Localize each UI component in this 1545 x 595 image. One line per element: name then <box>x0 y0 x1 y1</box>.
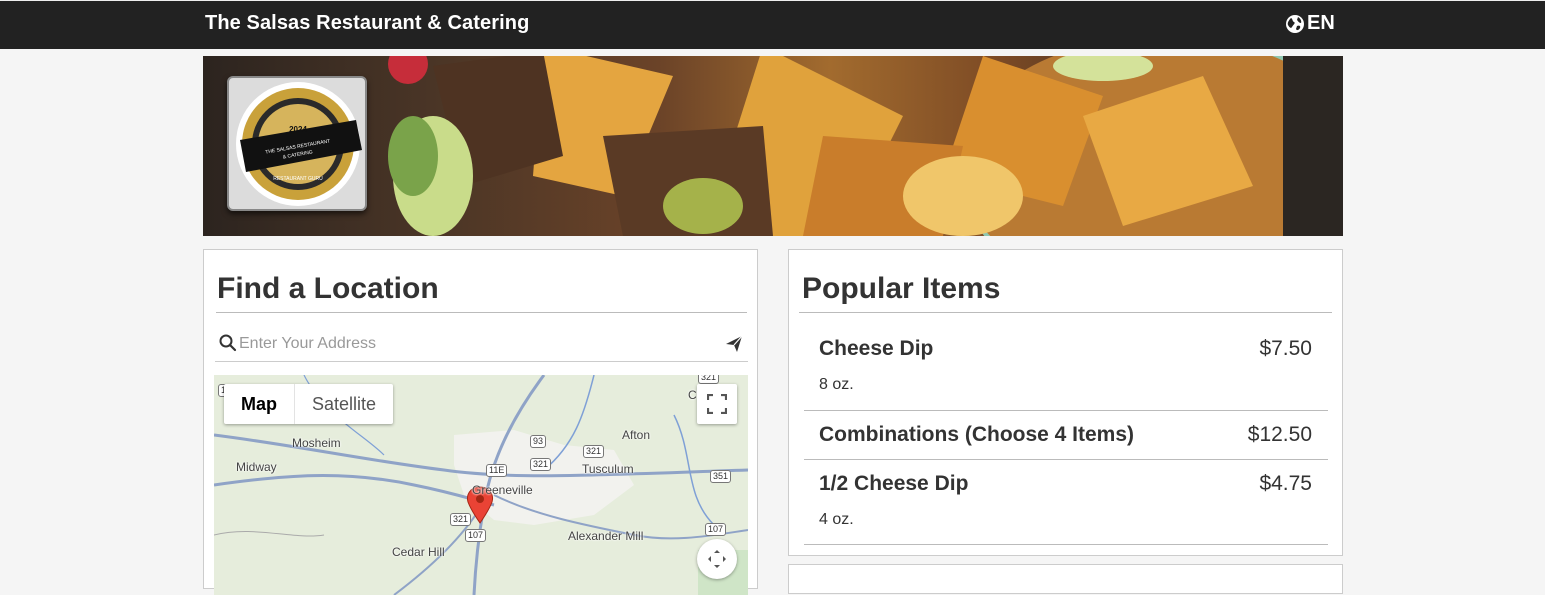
menu-item[interactable]: 1/2 Cheese Dip $4.75 4 oz. <box>804 460 1328 545</box>
route-shield: 107 <box>465 529 487 542</box>
menu-item-description: 8 oz. <box>819 376 854 393</box>
map-type-map-button[interactable]: Map <box>224 384 295 424</box>
menu-item-description: 4 oz. <box>819 511 854 528</box>
menu-item-name: Combinations (Choose 4 Items) <box>819 423 1135 446</box>
menu-item-price: $4.75 <box>1259 472 1312 495</box>
route-shield: 107 <box>705 523 727 536</box>
top-navbar: The Salsas Restaurant & Catering EN <box>0 0 1545 49</box>
hero-banner: 2024 THE SALSAS RESTAURANT & CATERING RE… <box>203 56 1343 236</box>
map-place-label: Mosheim <box>292 436 341 450</box>
map-place-label: Cedar Hill <box>392 545 445 559</box>
location-map[interactable]: Mosheim Midway Afton Tusculum Greenevill… <box>214 375 748 595</box>
fullscreen-button[interactable] <box>697 384 737 424</box>
map-place-label: Greeneville <box>472 483 533 497</box>
find-location-card: Find a Location Enter Your Address Moshe… <box>203 249 758 595</box>
menu-item[interactable]: Combinations (Choose 4 Items) $12.50 <box>804 411 1328 460</box>
route-shield: 321 <box>698 375 720 384</box>
address-input[interactable] <box>239 332 719 356</box>
menu-item-price: $12.50 <box>1247 423 1312 446</box>
award-badge: 2024 THE SALSAS RESTAURANT & CATERING RE… <box>227 76 367 211</box>
food-photo <box>388 56 1343 236</box>
award-seal-icon: 2024 THE SALSAS RESTAURANT & CATERING RE… <box>236 82 362 206</box>
route-shield: 321 <box>450 513 472 526</box>
svg-text:2024: 2024 <box>289 125 307 134</box>
map-place-label: Midway <box>236 460 277 474</box>
route-shield: 11E <box>486 464 508 477</box>
menu-item[interactable]: Cheese Dip $7.50 8 oz. <box>804 325 1328 411</box>
menu-item-name: 1/2 Cheese Dip <box>819 472 969 495</box>
find-location-title: Find a Location <box>217 272 439 305</box>
brand-name[interactable]: The Salsas Restaurant & Catering <box>205 12 529 35</box>
menu-item-name: Cheese Dip <box>819 337 934 360</box>
language-code: EN <box>1307 12 1335 34</box>
menu-item-price: $7.50 <box>1259 337 1312 360</box>
language-selector[interactable]: EN <box>1285 12 1335 35</box>
route-shield: 93 <box>530 435 547 448</box>
map-place-label: Afton <box>622 428 651 442</box>
camera-control-icon <box>708 550 726 568</box>
fullscreen-icon <box>707 394 727 414</box>
route-shield: 321 <box>583 445 605 458</box>
popular-items-card: Popular Items Cheese Dip $7.50 8 oz. Com… <box>788 249 1343 556</box>
title-divider <box>216 312 747 313</box>
title-divider <box>799 312 1332 313</box>
map-type-toggle: Map Satellite <box>224 384 394 424</box>
globe-icon <box>1286 14 1304 33</box>
search-icon <box>219 334 237 352</box>
send-location-icon[interactable] <box>725 335 743 353</box>
address-search <box>215 328 748 362</box>
map-place-label: Tusculum <box>582 462 634 476</box>
route-shield: 321 <box>530 458 552 471</box>
next-card <box>788 564 1343 594</box>
camera-control-button[interactable] <box>697 539 737 579</box>
svg-text:RESTAURANT GURU: RESTAURANT GURU <box>273 176 323 182</box>
map-place-label: Alexander Mill <box>568 529 644 543</box>
map-type-satellite-button[interactable]: Satellite <box>295 384 393 424</box>
popular-items-title: Popular Items <box>802 272 1001 305</box>
route-shield: 351 <box>710 470 732 483</box>
